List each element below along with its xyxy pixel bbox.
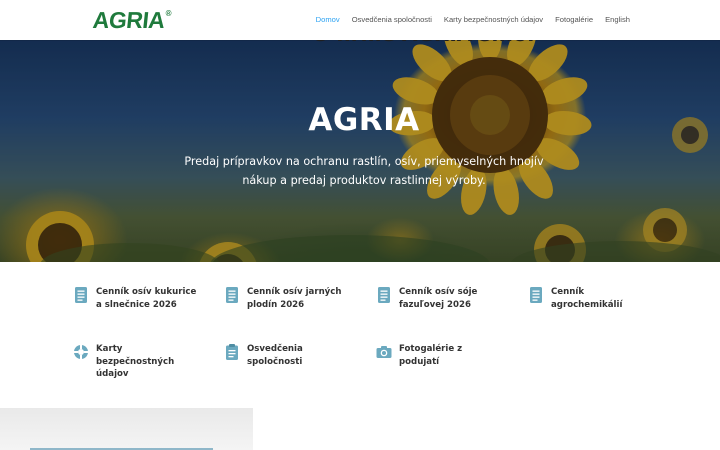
nav-item-domov[interactable]: Domov [316,15,340,24]
quick-links-section: Cenník osív kukurice a slnečnice 2026 Ce… [0,262,720,408]
link-label: Cenník osív jarných plodín 2026 [247,287,342,310]
link-label: Fotogalérie z podujatí [399,344,463,367]
agria-logo[interactable]: AGRIA ® [91,7,172,33]
link-label: Cenník agrochemikálií [551,287,623,310]
main-nav: Domov Osvedčenia spoločnosti Karty bezpe… [304,15,630,24]
link-label: Karty bezpečnostných údajov [96,344,175,379]
hero-title: AGRIA [308,102,420,138]
nav-item-fotogalerie[interactable]: Fotogalérie [555,15,593,24]
link-osvedcenia[interactable]: Osvedčenia spoločnosti [224,343,303,368]
about-content-panel [253,408,720,450]
clipboard-icon [226,344,238,360]
document-icon [378,287,390,303]
link-cennik-soje[interactable]: Cenník osív sóje fazuľovej 2026 [376,286,477,311]
registered-mark: ® [165,9,172,18]
about-image-placeholder [0,408,253,450]
link-cennik-kukurice[interactable]: Cenník osív kukurice a slnečnice 2026 [73,286,196,311]
link-karty[interactable]: Karty bezpečnostných údajov [73,343,174,381]
link-cennik-jarnych[interactable]: Cenník osív jarných plodín 2026 [224,286,342,311]
lifebuoy-icon [74,345,88,359]
link-label: Osvedčenia spoločnosti [247,344,303,367]
document-icon [75,287,87,303]
nav-item-english[interactable]: English [605,15,630,24]
link-label: Cenník osív sóje fazuľovej 2026 [399,287,478,310]
sunflower-background-image [26,40,720,262]
hero-banner: AGRIA Predaj prípravkov na ochranu rastl… [0,40,720,262]
camera-icon [376,346,392,358]
hero-subtitle: Predaj prípravkov na ochranu rastlín, os… [184,155,544,187]
logo-text: AGRIA [91,7,166,33]
site-header: AGRIA ® Domov Osvedčenia spoločnosti Kar… [0,0,720,40]
link-cennik-agrochemikalii[interactable]: Cenník agrochemikálií [528,286,622,311]
nav-item-karty[interactable]: Karty bezpečnostných údajov [444,15,543,24]
document-icon [226,287,238,303]
link-fotogalerie[interactable]: Fotogalérie z podujatí [376,343,462,368]
link-label: Cenník osív kukurice a slnečnice 2026 [96,287,197,310]
about-section [0,408,720,450]
nav-item-osvedcenia[interactable]: Osvedčenia spoločnosti [352,15,432,24]
document-icon [530,287,542,303]
